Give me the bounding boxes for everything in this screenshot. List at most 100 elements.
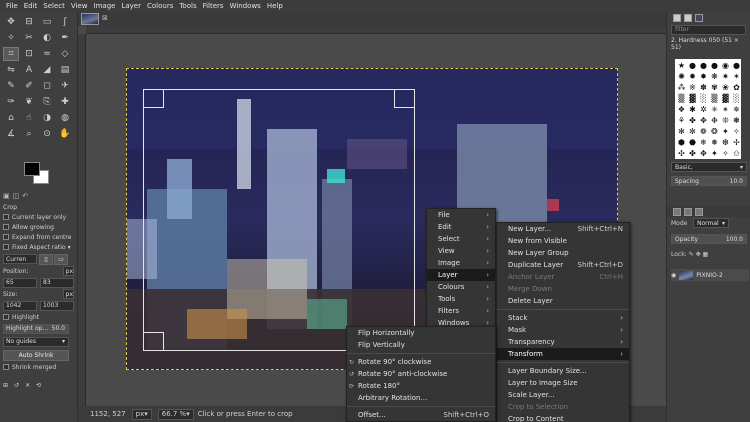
portrait-button[interactable]: ▯ bbox=[39, 253, 53, 265]
unit-select[interactable]: px ▾ bbox=[131, 408, 152, 420]
brush-item[interactable]: ❆ bbox=[720, 137, 731, 148]
menu-item-filters[interactable]: Filters › bbox=[427, 305, 495, 317]
lock-alpha-icon[interactable]: ▦ bbox=[703, 251, 709, 258]
horizontal-ruler[interactable] bbox=[86, 26, 666, 34]
menu-item-colours[interactable]: Colours › bbox=[427, 281, 495, 293]
brush-item[interactable]: ✤ bbox=[687, 148, 698, 159]
brush-item[interactable]: ✵ bbox=[731, 104, 742, 115]
brush-item[interactable]: ❃ bbox=[731, 115, 742, 126]
airbrush-icon[interactable]: ✈ bbox=[57, 79, 73, 93]
brush-item[interactable]: ❄ bbox=[698, 137, 709, 148]
fixed-aspect-option[interactable]: Fixed Aspect ratio ▾ bbox=[0, 242, 78, 252]
menu-item-layer-to-image-size[interactable]: Layer to Image Size bbox=[497, 377, 629, 389]
menu-item-file[interactable]: File › bbox=[427, 209, 495, 221]
color-picker-icon[interactable]: ⊙ bbox=[39, 127, 55, 141]
menu-item-image[interactable]: Image › bbox=[427, 257, 495, 269]
handle-icon[interactable]: ✋ bbox=[57, 127, 73, 141]
crop-handle-top-left[interactable] bbox=[144, 90, 164, 108]
brush-item[interactable]: ⬣ bbox=[687, 137, 698, 148]
highlight-opacity-slider[interactable]: Highlight op... 50.0 bbox=[0, 322, 78, 335]
menu-item-crop-to-content[interactable]: Crop to Content bbox=[497, 413, 629, 422]
delete-preset-icon[interactable]: ✕ bbox=[25, 382, 30, 389]
fonts-tab-icon[interactable] bbox=[695, 13, 703, 22]
align-icon[interactable]: ⊟ bbox=[21, 15, 37, 29]
smudge-icon[interactable]: ☝ bbox=[21, 111, 37, 125]
size-unit-select[interactable]: px bbox=[62, 289, 74, 299]
menu-item-stack[interactable]: Stack › bbox=[497, 312, 629, 324]
mode-select[interactable]: Normal ▾ bbox=[693, 218, 729, 228]
auto-shrink-button[interactable]: Auto Shrink bbox=[3, 349, 69, 361]
checkbox[interactable] bbox=[3, 244, 9, 250]
free-select-icon[interactable]: ʃ bbox=[57, 15, 73, 29]
brush-preset-select[interactable]: Basic, ▾ bbox=[671, 162, 747, 172]
menu-view[interactable]: View bbox=[68, 2, 91, 10]
measure-icon[interactable]: ∡ bbox=[3, 127, 19, 141]
brush-item[interactable]: ★ bbox=[676, 60, 687, 71]
brush-item[interactable]: ※ bbox=[687, 82, 698, 93]
brush-item[interactable]: ✱ bbox=[687, 104, 698, 115]
eye-icon[interactable]: ◉ bbox=[671, 272, 676, 279]
layers-tab-icon[interactable] bbox=[673, 207, 681, 216]
brush-item[interactable]: ✹ bbox=[687, 71, 698, 82]
scissors-icon[interactable]: ✂ bbox=[21, 31, 37, 45]
close-icon[interactable]: ⊠ bbox=[102, 14, 108, 22]
brush-item[interactable]: ❂ bbox=[709, 126, 720, 137]
menu-item-flip-horizontally[interactable]: Flip Horizontally bbox=[347, 327, 495, 339]
menu-item-transform[interactable]: Transform › bbox=[497, 348, 629, 360]
undo-history-tab-icon[interactable]: ↶ bbox=[22, 192, 28, 202]
size-width-input[interactable]: 1042 bbox=[3, 300, 37, 311]
brush-item[interactable]: ✻ bbox=[676, 126, 687, 137]
patterns-tab-icon[interactable] bbox=[684, 13, 692, 22]
menu-item-crop-to-selection[interactable]: Crop to Selection bbox=[497, 401, 629, 413]
fg-bg-colors[interactable] bbox=[24, 162, 54, 188]
position-unit-select[interactable]: px bbox=[62, 266, 74, 276]
lock-position-icon[interactable]: ✥ bbox=[696, 251, 701, 258]
tool-options-tab-icon[interactable]: ▣ bbox=[3, 192, 10, 202]
brush-item[interactable]: ⚘ bbox=[676, 115, 687, 126]
menu-item-anchor-layer[interactable]: Anchor Layer Ctrl+H bbox=[497, 271, 629, 283]
menu-help[interactable]: Help bbox=[264, 2, 286, 10]
brush-item[interactable]: ▒ bbox=[676, 93, 687, 104]
brush-item[interactable]: ✲ bbox=[698, 104, 709, 115]
brush-item[interactable]: ✶ bbox=[731, 71, 742, 82]
reset-icon[interactable]: ⟲ bbox=[36, 382, 41, 389]
ink-icon[interactable]: ✑ bbox=[3, 95, 19, 109]
text-icon[interactable]: A bbox=[21, 63, 37, 77]
menu-item-mask[interactable]: Mask › bbox=[497, 324, 629, 336]
checkbox[interactable] bbox=[3, 214, 9, 220]
highlight-option[interactable]: Highlight bbox=[0, 312, 78, 322]
brush-item[interactable]: ░ bbox=[698, 93, 709, 104]
brush-item[interactable]: ✤ bbox=[687, 115, 698, 126]
menu-item-merge-down[interactable]: Merge Down bbox=[497, 283, 629, 295]
expand-from-centre-option[interactable]: Expand from centre bbox=[0, 232, 78, 242]
brush-item[interactable]: ▓ bbox=[687, 93, 698, 104]
vertical-ruler[interactable] bbox=[78, 34, 86, 406]
menu-filters[interactable]: Filters bbox=[200, 2, 227, 10]
flip-icon[interactable]: ⇋ bbox=[3, 63, 19, 77]
position-y-input[interactable]: 83 bbox=[40, 277, 74, 288]
heal-icon[interactable]: ✚ bbox=[57, 95, 73, 109]
move-icon[interactable]: ✥ bbox=[3, 15, 19, 29]
brush-item[interactable]: ● bbox=[698, 60, 709, 71]
crop-icon[interactable]: ⌗ bbox=[3, 47, 19, 61]
brush-item[interactable]: ✢ bbox=[731, 137, 742, 148]
brush-item[interactable]: ❅ bbox=[709, 137, 720, 148]
image-tab-thumbnail[interactable] bbox=[81, 13, 99, 25]
brush-item[interactable]: ▒ bbox=[709, 93, 720, 104]
brush-item[interactable]: ✿ bbox=[731, 82, 742, 93]
rect-select-icon[interactable]: ▭ bbox=[39, 15, 55, 29]
brush-item[interactable]: ⬢ bbox=[676, 137, 687, 148]
blur-icon[interactable]: ◍ bbox=[57, 111, 73, 125]
paintbrush-icon[interactable]: ✐ bbox=[21, 79, 37, 93]
warp-icon[interactable]: ≈ bbox=[39, 47, 55, 61]
allow-growing-option[interactable]: Allow growing bbox=[0, 222, 78, 232]
brush-item[interactable]: ✩ bbox=[731, 148, 742, 159]
unified-transform-icon[interactable]: ⊡ bbox=[21, 47, 37, 61]
brush-item[interactable]: ✼ bbox=[687, 126, 698, 137]
brush-item[interactable]: ░ bbox=[731, 93, 742, 104]
menu-item-rotate-90-clockwise[interactable]: ↻ Rotate 90° clockwise bbox=[347, 356, 495, 368]
menu-item-duplicate-layer[interactable]: Duplicate Layer Shift+Ctrl+D bbox=[497, 259, 629, 271]
brush-item[interactable]: ✦ bbox=[720, 126, 731, 137]
menu-item-layer[interactable]: Layer › bbox=[427, 269, 495, 281]
cage-icon[interactable]: ◇ bbox=[57, 47, 73, 61]
